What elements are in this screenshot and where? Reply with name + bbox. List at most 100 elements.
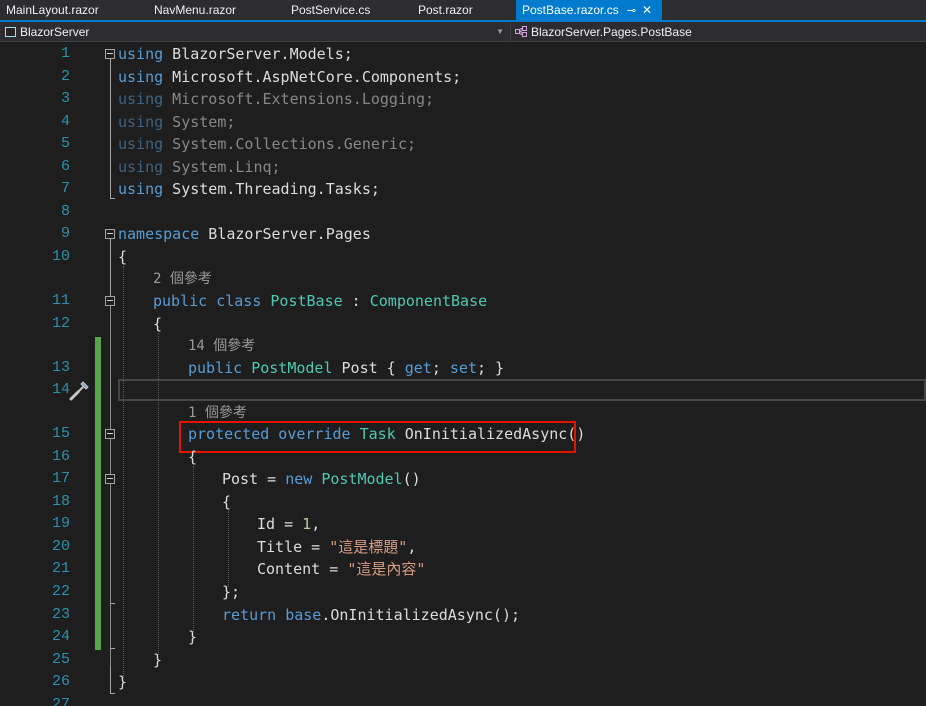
outline-line [110,693,115,694]
code-line-unused: using System.Collections.Generic; [118,133,416,155]
pin-icon[interactable]: ⊸ [627,5,636,17]
collapse-toggle[interactable] [105,474,115,484]
code-text: Title = [257,538,330,556]
tab-label: PostBase.razor.cs [522,3,619,17]
string-literal: "這是標題" [329,538,408,556]
type-name: PostBase [270,292,343,310]
line-number: 17 [51,470,70,487]
keyword: base [285,606,322,624]
tab-label: Post.razor [418,3,473,17]
keyword: return [222,606,277,624]
line-number: 8 [60,203,70,220]
code-text: , [407,538,417,556]
line-number: 27 [51,696,70,706]
line-number: 2 [60,68,70,85]
code-text: System.Linq; [163,158,281,176]
line-number: 23 [51,606,70,623]
code-text: () [402,470,421,488]
code-line: using Microsoft.AspNetCore.Components; [118,66,461,88]
indent-guide [193,466,194,632]
code-line: namespace BlazorServer.Pages [118,223,371,245]
line-number: 9 [60,225,70,242]
line-number: 12 [51,315,70,332]
line-number: 19 [51,515,70,532]
tab-mainlayout[interactable]: MainLayout.razor [0,0,146,20]
tab-navmenu[interactable]: NavMenu.razor [148,0,286,20]
close-icon[interactable]: ✕ [642,3,652,17]
code-text: ; [431,359,450,377]
current-line-highlight [118,379,926,401]
code-text: Microsoft.AspNetCore.Components; [163,68,462,86]
navigation-bar: BlazorServer ▼ BlazorServer.Pages.PostBa… [0,22,926,42]
keyword: using [118,45,164,63]
code-line: { [188,446,197,468]
line-number: 13 [51,359,70,376]
code-line: public class PostBase : ComponentBase [153,290,487,312]
indent-guide [123,266,124,678]
keyword: public class [153,292,262,310]
tab-postservice[interactable]: PostService.cs [285,0,413,20]
brace: } [118,673,128,691]
line-number: 5 [60,135,70,152]
reference-count-lens[interactable]: 14 個參考 [188,335,255,357]
document-tab-bar: MainLayout.razor NavMenu.razor PostServi… [0,0,926,20]
code-line: Id = 1, [257,513,320,535]
keyword: using [118,158,164,176]
collapse-toggle[interactable] [105,49,115,59]
keyword: set [449,359,477,377]
code-text: Content = [257,560,348,578]
outline-line [110,648,115,649]
line-number: 10 [51,248,70,265]
quick-actions-icon[interactable] [68,380,90,402]
tab-postbase[interactable]: PostBase.razor.cs ⊸ ✕ [516,0,662,20]
member-name: BlazorServer.Pages.PostBase [531,25,692,39]
brace: { [222,493,232,511]
line-number: 20 [51,538,70,555]
code-line: using BlazorServer.Models; [118,43,353,65]
code-text: System.Collections.Generic; [163,135,417,153]
line-number: 14 [51,381,70,398]
code-line: Post = new PostModel() [222,468,421,490]
line-number: 16 [51,448,70,465]
project-icon [5,27,16,37]
keyword: using [118,90,164,108]
code-text: Microsoft.Extensions.Logging; [163,90,435,108]
code-text: OnInitializedAsync() [395,425,586,443]
outline-line [110,603,115,604]
class-icon [515,26,527,37]
line-number: 1 [60,45,70,62]
keyword: using [118,68,164,86]
code-text: BlazorServer.Models; [163,45,353,63]
code-line-unused: using System; [118,111,235,133]
collapse-toggle[interactable] [105,296,115,306]
outline-line [110,306,111,667]
collapse-toggle[interactable] [105,429,115,439]
line-number: 26 [51,673,70,690]
tab-label: MainLayout.razor [6,3,99,17]
collapse-toggle[interactable] [105,229,115,239]
number-literal: 1 [302,515,312,533]
member-dropdown[interactable]: BlazorServer.Pages.PostBase [510,23,926,41]
project-dropdown[interactable]: BlazorServer ▼ [0,23,508,41]
code-line: Content = "這是內容" [257,558,425,580]
code-line: { [118,246,127,268]
indent-guide [228,511,229,587]
code-line: { [153,313,162,335]
type-name: PostModel [251,359,333,377]
code-text: .OnInitializedAsync(); [321,606,521,624]
code-text: System; [163,113,236,131]
code-line: public PostModel Post { get; set; } [188,357,504,379]
keyword: public [188,359,243,377]
type-name: Task [359,425,396,443]
outline-line [110,59,111,198]
reference-count-lens[interactable]: 2 個參考 [153,268,212,290]
code-line: Title = "這是標題", [257,536,416,558]
tab-post-razor[interactable]: Post.razor [412,0,516,20]
keyword: namespace [118,225,200,243]
code-text: : [342,292,370,310]
code-text: ; } [477,359,505,377]
type-name: PostModel [321,470,403,488]
code-line: { [222,491,231,513]
code-editor[interactable]: 1 2 3 4 5 6 7 8 9 10 11 12 13 14 15 16 1… [0,42,926,706]
line-number: 3 [60,90,70,107]
